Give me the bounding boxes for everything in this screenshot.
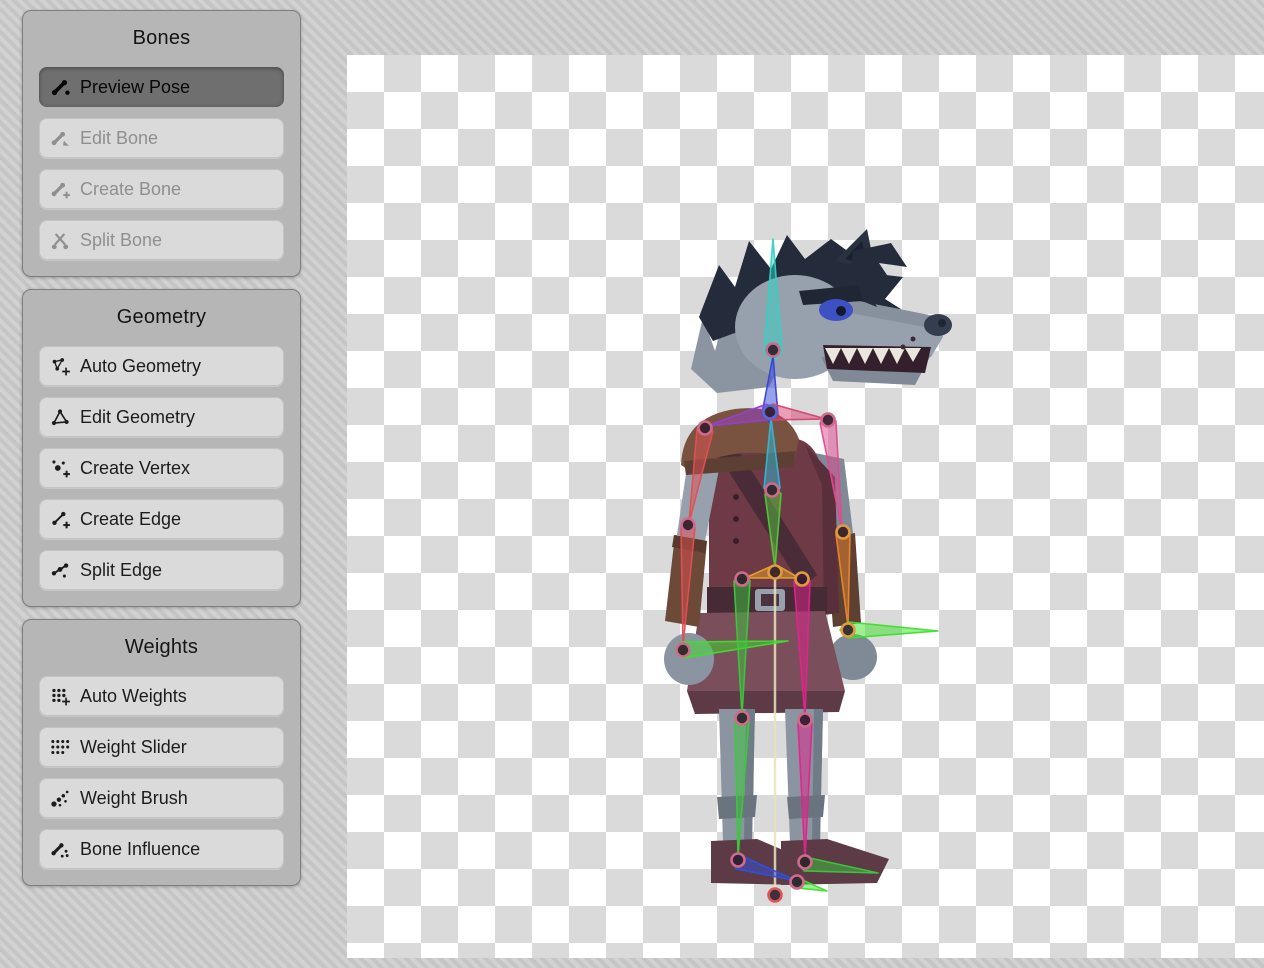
bone-joint[interactable] (767, 344, 780, 357)
auto-weights-icon (49, 685, 71, 707)
weight-brush-icon (49, 787, 71, 809)
split-bone-icon (49, 229, 71, 251)
bone-joint[interactable] (799, 856, 812, 869)
bone-joint[interactable] (796, 573, 809, 586)
create-bone-icon (49, 178, 71, 200)
sprite-canvas[interactable] (347, 55, 1264, 958)
geometry-panel-title: Geometry (39, 304, 284, 330)
bone-joint[interactable] (769, 566, 782, 579)
bones-panel: Bones Preview Pose Edit Bone (22, 10, 301, 277)
create-vertex-icon (49, 457, 71, 479)
button-label: Weight Slider (80, 737, 187, 758)
button-label: Split Edge (80, 560, 162, 581)
button-label: Weight Brush (80, 788, 188, 809)
split-bone-button[interactable]: Split Bone (39, 220, 284, 260)
split-edge-button[interactable]: Split Edge (39, 550, 284, 590)
bone-joint[interactable] (769, 889, 782, 902)
bone-joint[interactable] (766, 484, 779, 497)
preview-pose-button[interactable]: Preview Pose (39, 67, 284, 107)
create-edge-icon (49, 508, 71, 530)
button-label: Bone Influence (80, 839, 200, 860)
bone-joint[interactable] (799, 714, 812, 727)
button-label: Create Vertex (80, 458, 190, 479)
split-edge-icon (49, 559, 71, 581)
edit-geometry-button[interactable]: Edit Geometry (39, 397, 284, 437)
bone-joint[interactable] (837, 526, 850, 539)
button-label: Preview Pose (80, 77, 190, 98)
tool-sidebar: Bones Preview Pose Edit Bone (22, 10, 301, 886)
button-label: Split Bone (80, 230, 162, 251)
weight-brush-button[interactable]: Weight Brush (39, 778, 284, 818)
weight-slider-icon (49, 736, 71, 758)
button-label: Create Bone (80, 179, 181, 200)
bone-joint[interactable] (791, 876, 804, 889)
bone-joint[interactable] (699, 422, 712, 435)
edit-geometry-icon (49, 406, 71, 428)
auto-geometry-button[interactable]: Auto Geometry (39, 346, 284, 386)
weights-panel-title: Weights (39, 634, 284, 660)
create-edge-button[interactable]: Create Edge (39, 499, 284, 539)
skinning-editor: Bones Preview Pose Edit Bone (0, 0, 1264, 968)
auto-weights-button[interactable]: Auto Weights (39, 676, 284, 716)
create-bone-button[interactable]: Create Bone (39, 169, 284, 209)
sprite-scene (347, 55, 1264, 958)
edit-bone-icon (49, 127, 71, 149)
create-vertex-button[interactable]: Create Vertex (39, 448, 284, 488)
bone-joint[interactable] (732, 854, 745, 867)
geometry-panel: Geometry Auto Geometry Edit (22, 289, 301, 607)
bone-joint[interactable] (764, 406, 777, 419)
weights-panel: Weights Auto Weights Weight Slider (22, 619, 301, 886)
bone-influence-button[interactable]: Bone Influence (39, 829, 284, 869)
edit-bone-button[interactable]: Edit Bone (39, 118, 284, 158)
bone-joint[interactable] (842, 624, 855, 637)
bone-joint[interactable] (822, 414, 835, 427)
button-label: Auto Geometry (80, 356, 201, 377)
bone-influence-icon (49, 838, 71, 860)
preview-pose-icon (49, 76, 71, 98)
bone-joint[interactable] (736, 573, 749, 586)
bones-panel-title: Bones (39, 25, 284, 51)
bone-joint[interactable] (677, 644, 690, 657)
button-label: Edit Bone (80, 128, 158, 149)
weight-slider-button[interactable]: Weight Slider (39, 727, 284, 767)
button-label: Edit Geometry (80, 407, 195, 428)
bone-joint[interactable] (682, 519, 695, 532)
auto-geometry-icon (49, 355, 71, 377)
bone-joint[interactable] (736, 712, 749, 725)
button-label: Auto Weights (80, 686, 187, 707)
button-label: Create Edge (80, 509, 181, 530)
